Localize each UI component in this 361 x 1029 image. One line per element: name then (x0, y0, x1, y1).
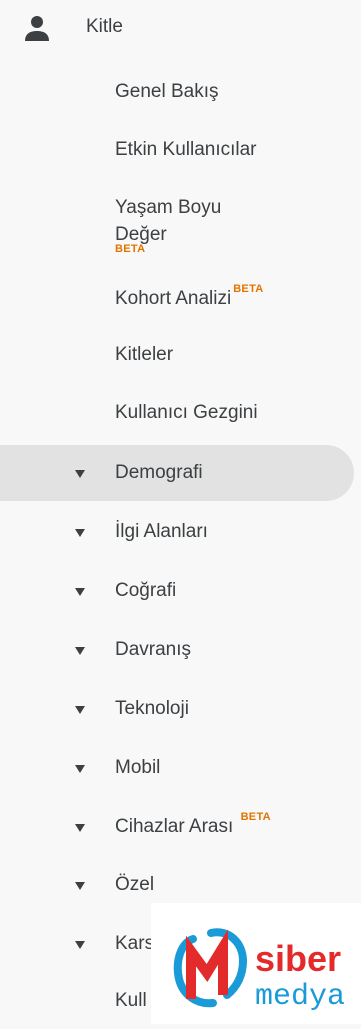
siber-medya-logo: siber medya (151, 903, 361, 1024)
triangle-down-icon (75, 588, 85, 596)
siber-medya-logo-icon: siber medya (173, 928, 345, 1014)
nav-item-kull[interactable]: Kull (115, 988, 147, 1014)
nav-category-label-text: Cihazlar Arası (115, 816, 234, 837)
nav-item-kohort-analizi[interactable]: Kohort Analizi BETA (115, 283, 264, 314)
nav-category-label: Cihazlar Arası BETA (115, 811, 271, 842)
nav-category-cografi[interactable]: Coğrafi (0, 563, 361, 619)
nav-category-demografi[interactable]: Demografi (0, 445, 361, 501)
nav-category-davranis[interactable]: Davranış (0, 622, 361, 678)
nav-category-label: Kars (115, 933, 155, 954)
beta-badge: BETA (240, 811, 271, 823)
person-icon (25, 16, 49, 41)
nav-category-label: Coğrafi (115, 580, 177, 601)
nav-category-label: Demografi (115, 462, 203, 483)
nav-category-label: İlgi Alanları (115, 521, 208, 542)
nav-category-label: Teknoloji (115, 698, 189, 719)
nav-category-label: Davranış (115, 639, 192, 660)
nav-item-label-line1: Yaşam Boyu (115, 197, 222, 218)
logo-text-medya: medya (255, 980, 345, 1014)
nav-item-etkin-kullanicilar[interactable]: Etkin Kullanıcılar (115, 137, 257, 163)
triangle-down-icon (75, 941, 85, 949)
nav-category-teknoloji[interactable]: Teknoloji (0, 681, 361, 737)
beta-badge: BETA (115, 243, 146, 255)
triangle-down-icon (75, 647, 85, 655)
triangle-down-icon (75, 824, 85, 832)
triangle-down-icon (75, 882, 85, 890)
nav-item-genel-bakis[interactable]: Genel Bakış (115, 79, 219, 105)
nav-category-label: Özel (115, 874, 155, 895)
nav-item-label: Kohort Analizi (115, 288, 232, 309)
nav-item-kitleler[interactable]: Kitleler (115, 342, 173, 368)
triangle-down-icon (75, 529, 85, 537)
nav-category-cihazlar-arasi[interactable]: Cihazlar Arası BETA (0, 799, 361, 855)
triangle-down-icon (75, 765, 85, 773)
nav-item-kullanici-gezgini[interactable]: Kullanıcı Gezgini (115, 400, 258, 426)
nav-category-ilgi-alanlari[interactable]: İlgi Alanları (0, 504, 361, 560)
nav-category-label: Mobil (115, 757, 161, 778)
triangle-down-icon (75, 706, 85, 714)
nav-category-mobil[interactable]: Mobil (0, 740, 361, 796)
triangle-down-icon (75, 470, 85, 478)
nav-header-kitle[interactable]: Kitle (0, 0, 361, 56)
nav-header-label: Kitle (86, 16, 123, 37)
logo-text-siber: siber (255, 938, 341, 979)
beta-badge: BETA (233, 283, 264, 295)
